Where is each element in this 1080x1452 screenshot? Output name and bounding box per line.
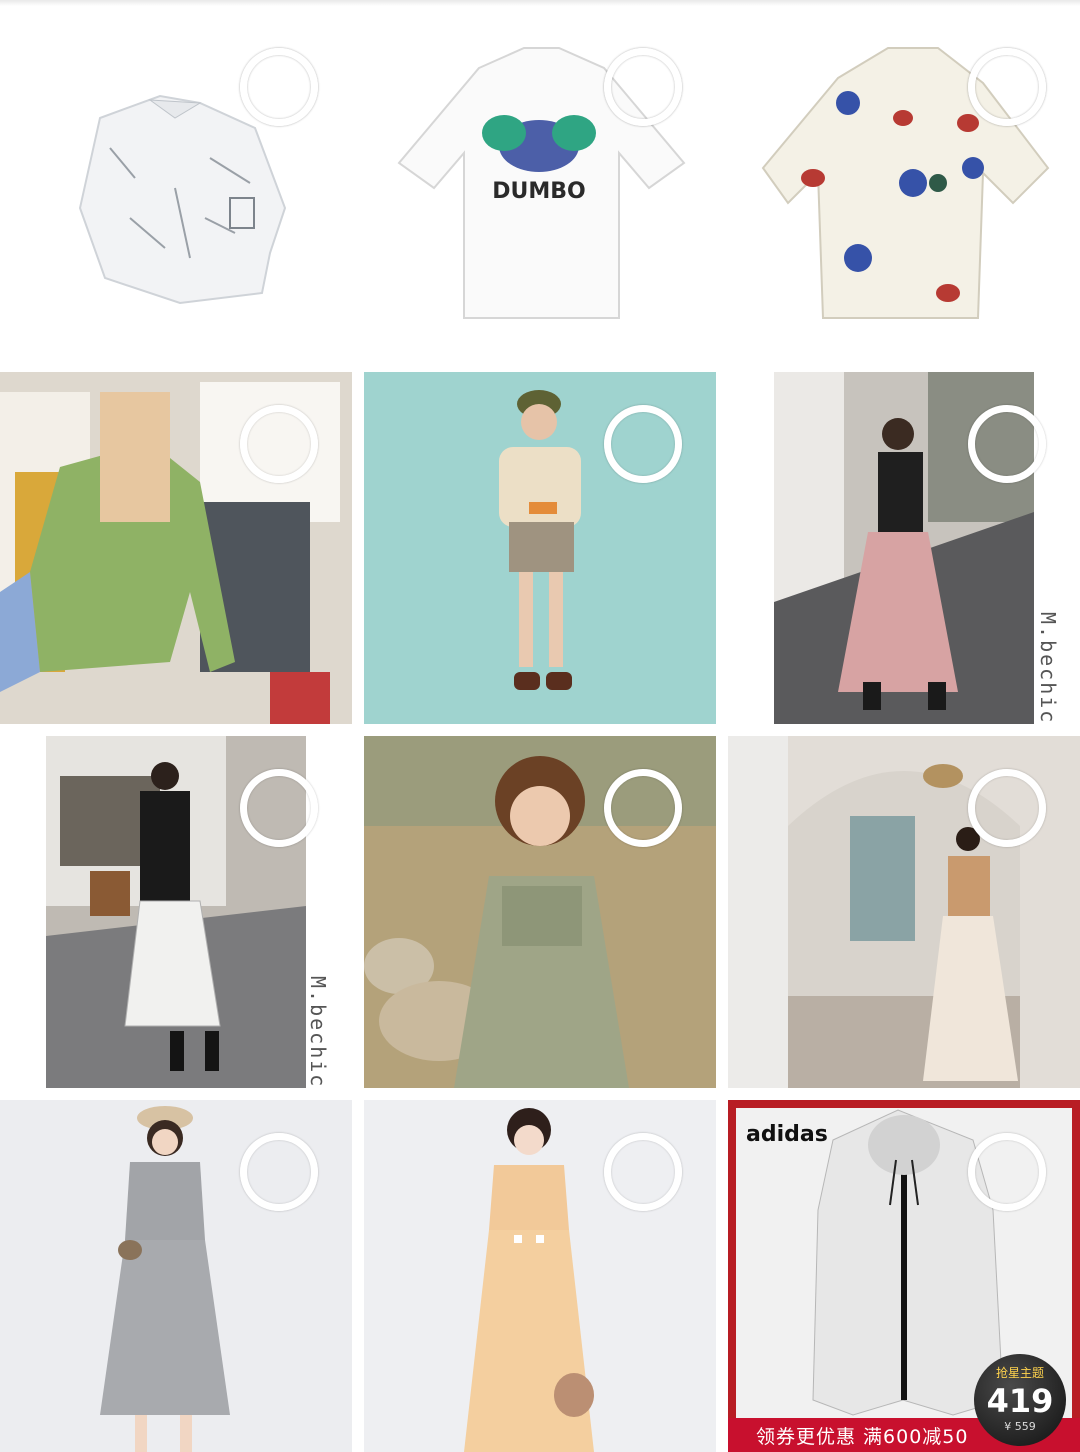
- watermark-text: M.bechic: [1036, 612, 1060, 724]
- product-image[interactable]: M.bechic: [0, 736, 352, 1088]
- product-image[interactable]: adidas 领券更优惠 满600减50 抢星主题 419 ¥ 559: [728, 1100, 1080, 1452]
- product-image-grid: DUMBO M.bechic M.bechic adidas 领券更优惠 满60…: [0, 0, 1080, 1452]
- select-circle[interactable]: [968, 48, 1046, 126]
- product-image[interactable]: DUMBO: [364, 8, 716, 360]
- price-badge: 抢星主题 419 ¥ 559: [974, 1354, 1066, 1446]
- select-circle[interactable]: [604, 48, 682, 126]
- product-image[interactable]: [364, 1100, 716, 1452]
- select-circle[interactable]: [240, 769, 318, 847]
- select-circle[interactable]: [240, 48, 318, 126]
- select-circle[interactable]: [968, 1133, 1046, 1211]
- product-image[interactable]: [728, 8, 1080, 360]
- product-image[interactable]: [728, 736, 1080, 1088]
- select-circle[interactable]: [604, 1133, 682, 1211]
- product-image[interactable]: M.bechic: [728, 372, 1080, 724]
- product-image[interactable]: [0, 1100, 352, 1452]
- watermark-text: M.bechic: [306, 976, 330, 1088]
- product-image[interactable]: [0, 8, 352, 360]
- tshirt-print-text: DUMBO: [492, 179, 586, 204]
- product-image[interactable]: [0, 372, 352, 724]
- select-circle[interactable]: [604, 769, 682, 847]
- select-circle[interactable]: [604, 405, 682, 483]
- price-value: 419: [986, 1382, 1054, 1420]
- product-image[interactable]: [364, 736, 716, 1088]
- original-price: ¥ 559: [1004, 1420, 1036, 1433]
- product-image[interactable]: [364, 372, 716, 724]
- brand-logo: adidas: [746, 1122, 828, 1147]
- select-circle[interactable]: [240, 405, 318, 483]
- select-circle[interactable]: [240, 1133, 318, 1211]
- badge-tag: 抢星主题: [995, 1366, 1044, 1380]
- select-circle[interactable]: [968, 405, 1046, 483]
- select-circle[interactable]: [968, 769, 1046, 847]
